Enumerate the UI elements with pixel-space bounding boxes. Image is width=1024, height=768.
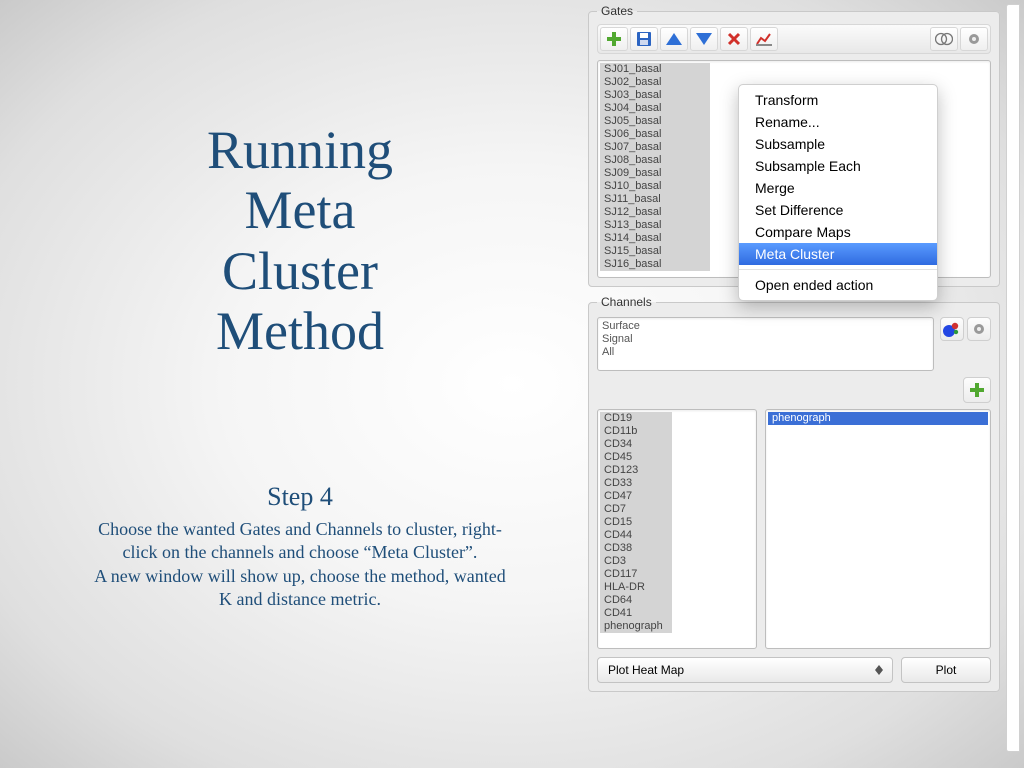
list-item[interactable]: CD123: [600, 464, 672, 477]
list-item[interactable]: SJ07_basal: [600, 141, 710, 154]
list-item[interactable]: CD34: [600, 438, 672, 451]
list-item[interactable]: CD45: [600, 451, 672, 464]
list-item[interactable]: SJ06_basal: [600, 128, 710, 141]
list-item[interactable]: Surface: [598, 320, 933, 333]
list-item[interactable]: CD41: [600, 607, 672, 620]
triangle-up-icon: [666, 33, 682, 45]
list-item[interactable]: CD15: [600, 516, 672, 529]
menu-item[interactable]: Merge: [739, 177, 937, 199]
list-item[interactable]: CD33: [600, 477, 672, 490]
list-item[interactable]: SJ14_basal: [600, 232, 710, 245]
list-item[interactable]: SJ08_basal: [600, 154, 710, 167]
slide-text: Running Meta Cluster Method Step 4 Choos…: [90, 120, 510, 611]
channels-selected-list[interactable]: phenograph: [765, 409, 991, 649]
menu-item[interactable]: Meta Cluster: [739, 243, 937, 265]
step-body-2: A new window will show up, choose the me…: [90, 565, 510, 612]
sort-desc-button[interactable]: [690, 27, 718, 51]
title-line: Cluster: [90, 241, 510, 301]
list-item[interactable]: SJ12_basal: [600, 206, 710, 219]
chevron-updown-icon: [872, 663, 886, 677]
list-item[interactable]: HLA-DR: [600, 581, 672, 594]
add-channel-button[interactable]: [963, 377, 991, 403]
menu-item[interactable]: Set Difference: [739, 199, 937, 221]
plot-button[interactable]: Plot: [901, 657, 991, 683]
list-item[interactable]: SJ05_basal: [600, 115, 710, 128]
list-item[interactable]: SJ04_basal: [600, 102, 710, 115]
step-heading: Step 4: [90, 482, 510, 512]
title-line: Meta: [90, 180, 510, 240]
list-item[interactable]: SJ03_basal: [600, 89, 710, 102]
list-item[interactable]: CD19: [600, 412, 672, 425]
list-item[interactable]: SJ10_basal: [600, 180, 710, 193]
adjacent-panel-edge: [1006, 4, 1020, 752]
list-item[interactable]: SJ01_basal: [600, 63, 710, 76]
add-gate-button[interactable]: [600, 27, 628, 51]
plot-type-value: Plot Heat Map: [608, 663, 684, 677]
list-item[interactable]: SJ13_basal: [600, 219, 710, 232]
list-item[interactable]: All: [598, 346, 933, 359]
channels-available-list[interactable]: CD19CD11bCD34CD45CD123CD33CD47CD7CD15CD4…: [597, 409, 757, 649]
channels-settings-button[interactable]: [967, 317, 991, 341]
list-item[interactable]: SJ11_basal: [600, 193, 710, 206]
menu-item[interactable]: Compare Maps: [739, 221, 937, 243]
delete-button[interactable]: [720, 27, 748, 51]
list-item[interactable]: CD47: [600, 490, 672, 503]
list-item[interactable]: CD38: [600, 542, 672, 555]
page-title: Running Meta Cluster Method: [90, 120, 510, 362]
gates-toolbar: [597, 24, 991, 54]
list-item[interactable]: phenograph: [768, 412, 988, 425]
title-line: Method: [90, 301, 510, 361]
list-item[interactable]: SJ02_basal: [600, 76, 710, 89]
menu-item[interactable]: Open ended action: [739, 274, 937, 296]
menu-item[interactable]: Transform: [739, 89, 937, 111]
list-item[interactable]: CD44: [600, 529, 672, 542]
venn-button[interactable]: [930, 27, 958, 51]
menu-item[interactable]: Rename...: [739, 111, 937, 133]
menu-item[interactable]: Subsample Each: [739, 155, 937, 177]
list-item[interactable]: SJ16_basal: [600, 258, 710, 271]
list-item[interactable]: CD3: [600, 555, 672, 568]
list-item[interactable]: CD64: [600, 594, 672, 607]
plot-type-select[interactable]: Plot Heat Map: [597, 657, 893, 683]
menu-item[interactable]: Subsample: [739, 133, 937, 155]
list-item[interactable]: CD117: [600, 568, 672, 581]
step-body-1: Choose the wanted Gates and Channels to …: [90, 518, 510, 565]
step-block: Step 4 Choose the wanted Gates and Chann…: [90, 482, 510, 612]
settings-button[interactable]: [960, 27, 988, 51]
sort-asc-button[interactable]: [660, 27, 688, 51]
gates-legend: Gates: [597, 4, 637, 18]
list-item[interactable]: CD11b: [600, 425, 672, 438]
title-line: Running: [90, 120, 510, 180]
channels-group: Channels SurfaceSignalAll: [588, 295, 1000, 692]
save-button[interactable]: [630, 27, 658, 51]
channels-legend: Channels: [597, 295, 656, 309]
list-item[interactable]: phenograph: [600, 620, 672, 633]
list-item[interactable]: SJ09_basal: [600, 167, 710, 180]
list-item[interactable]: CD7: [600, 503, 672, 516]
triangle-down-icon: [696, 33, 712, 45]
channel-presets-list[interactable]: SurfaceSignalAll: [597, 317, 934, 371]
chart-button[interactable]: [750, 27, 778, 51]
context-menu[interactable]: TransformRename...SubsampleSubsample Eac…: [738, 84, 938, 301]
list-item[interactable]: SJ15_basal: [600, 245, 710, 258]
list-item[interactable]: Signal: [598, 333, 933, 346]
color-picker-button[interactable]: [940, 317, 964, 341]
